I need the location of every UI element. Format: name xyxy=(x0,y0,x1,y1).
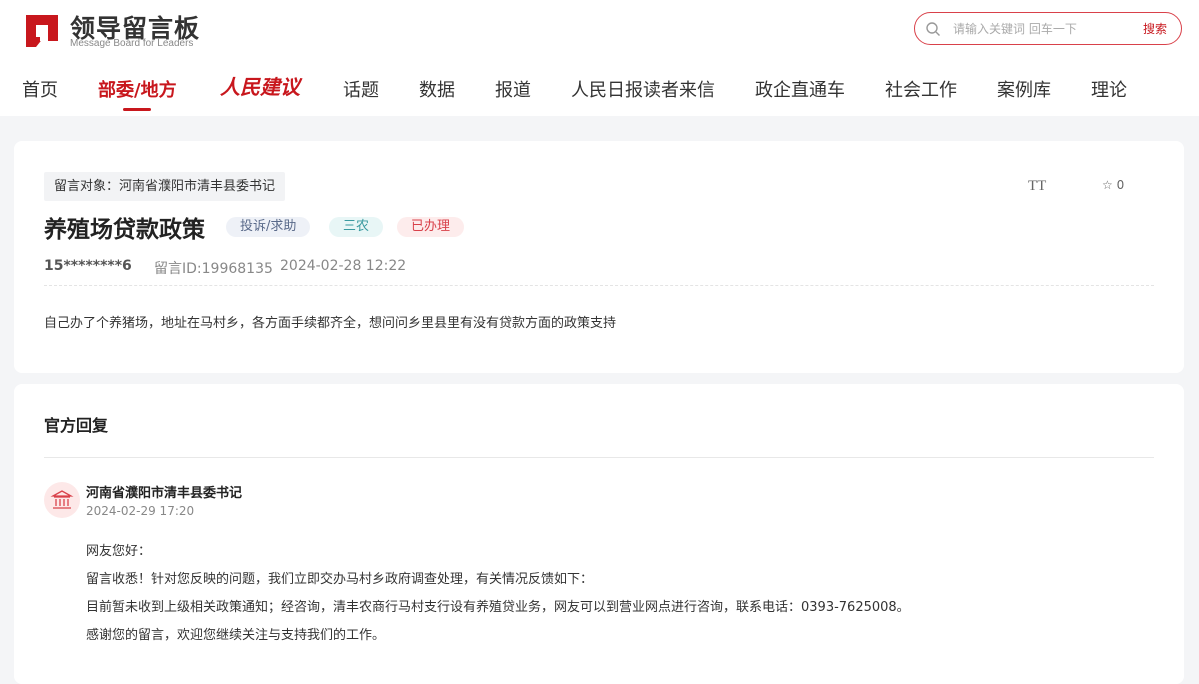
search-icon[interactable] xyxy=(925,21,941,37)
message-target: 留言对象：河南省濮阳市清丰县委书记 xyxy=(44,172,286,201)
reply-line: 目前暂未收到上级相关政策通知；经咨询，清丰农商行马村支行设有养殖贷业务，网友可以… xyxy=(86,600,910,615)
site-logo[interactable]: 领导留言板 Message Board for Leaders xyxy=(22,11,212,51)
divider xyxy=(44,457,1154,458)
nav-item-ministries-localities[interactable]: 部委/地方 xyxy=(98,76,177,102)
nav-item-reader-letters[interactable]: 人民日报读者来信 xyxy=(571,76,715,102)
nav-item-case-library[interactable]: 案例库 xyxy=(997,76,1051,102)
tag-category[interactable]: 投诉/求助 xyxy=(226,217,311,237)
message-author: 15********6 xyxy=(44,258,132,274)
tag-domain[interactable]: 三农 xyxy=(329,217,384,237)
nav-item-topics[interactable]: 话题 xyxy=(343,76,379,102)
logo-icon xyxy=(26,15,58,47)
message-content: 自己办了个养猪场，地址在马村乡，各方面手续都齐全，想问问乡里县里有没有贷款方面的… xyxy=(44,316,617,331)
nav-item-enterprise-express[interactable]: 政企直通车 xyxy=(755,76,845,102)
message-card: 留言对象：河南省濮阳市清丰县委书记 TT ☆ 0 养殖场贷款政策 投诉/求助 三… xyxy=(14,141,1184,373)
nav-item-social-work[interactable]: 社会工作 xyxy=(885,76,957,102)
message-id: 留言ID:19968135 xyxy=(154,261,273,277)
favorite-count: 0 xyxy=(1116,178,1125,192)
search-input[interactable] xyxy=(953,19,1123,39)
main-nav: 首页 部委/地方 人民建议 话题 数据 报道 人民日报读者来信 政企直通车 社会… xyxy=(0,72,1199,112)
government-building-icon xyxy=(50,490,74,509)
reply-org-name: 河南省濮阳市清丰县委书记 xyxy=(86,486,243,501)
search-button[interactable]: 搜索 xyxy=(1143,20,1167,37)
font-size-icon[interactable]: TT xyxy=(1028,178,1046,195)
message-title: 养殖场贷款政策 xyxy=(44,217,205,243)
message-datetime: 2024-02-28 12:22 xyxy=(280,258,407,274)
avatar xyxy=(44,482,80,518)
search-box: 搜索 xyxy=(914,12,1182,45)
reply-line: 感谢您的留言，欢迎您继续关注与支持我们的工作。 xyxy=(86,628,386,643)
site-header: 领导留言板 Message Board for Leaders 搜索 首页 部委… xyxy=(0,0,1199,116)
nav-item-data[interactable]: 数据 xyxy=(419,76,455,102)
nav-item-people-suggestions[interactable]: 人民建议 xyxy=(220,71,300,100)
favorite-button[interactable]: ☆ 0 xyxy=(1102,178,1124,192)
reply-section-title: 官方回复 xyxy=(44,416,109,435)
reply-line: 留言收悉！针对您反映的问题，我们立即交办马村乡政府调查处理，有关情况反馈如下： xyxy=(86,572,594,587)
nav-item-home[interactable]: 首页 xyxy=(22,76,58,102)
divider xyxy=(44,285,1154,286)
logo-subtitle: Message Board for Leaders xyxy=(70,38,194,49)
reply-datetime: 2024-02-29 17:20 xyxy=(86,504,195,518)
nav-item-theory[interactable]: 理论 xyxy=(1091,76,1127,102)
nav-item-reports[interactable]: 报道 xyxy=(495,76,531,102)
reply-line: 网友您好： xyxy=(86,544,152,559)
status-badge: 已办理 xyxy=(397,217,465,237)
reply-card: 官方回复 河南省濮阳市清丰县委书记 2024-02-29 17:20 网友您好：… xyxy=(14,384,1184,684)
nav-active-indicator xyxy=(123,108,151,111)
star-icon: ☆ xyxy=(1102,178,1113,192)
